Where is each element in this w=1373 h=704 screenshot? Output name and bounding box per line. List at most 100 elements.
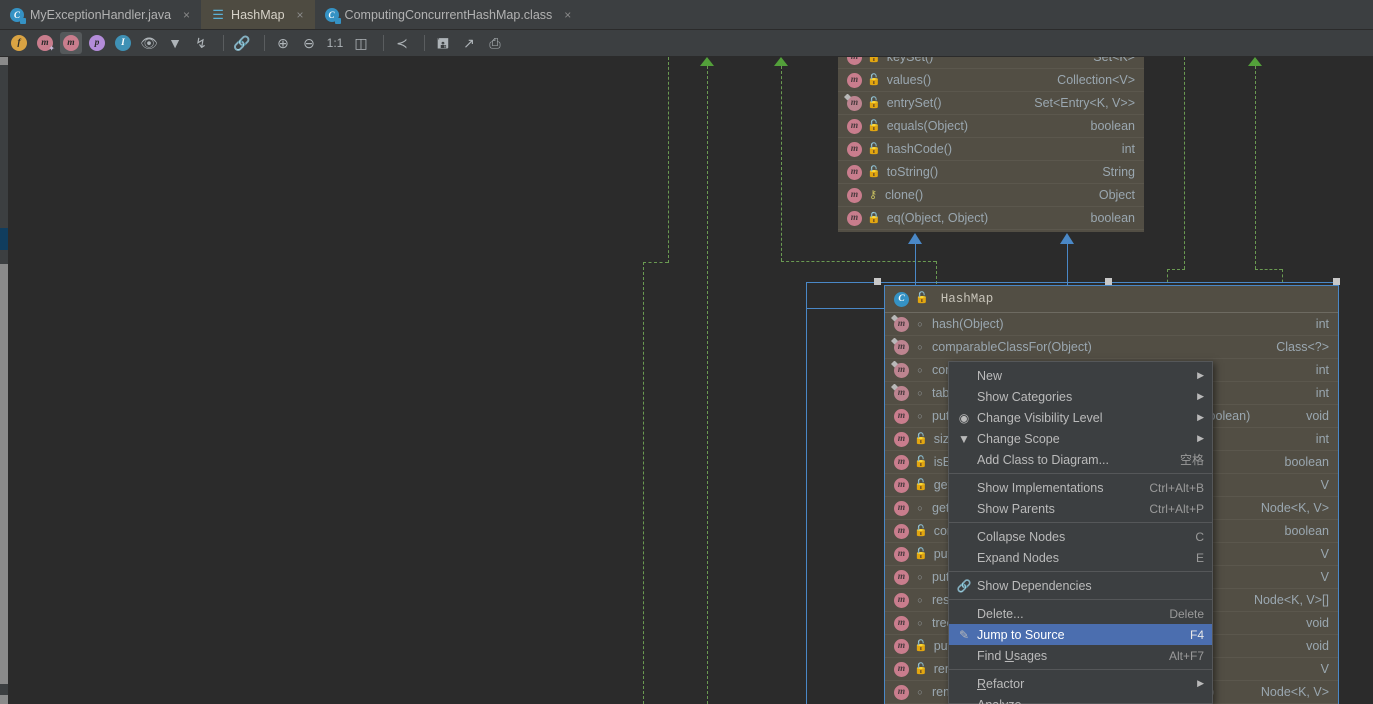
menu-item-new[interactable]: New ▶: [949, 365, 1212, 386]
toolbar-separator: [424, 35, 425, 51]
show-methods-button[interactable]: m: [60, 32, 82, 54]
tab-close-icon[interactable]: ×: [562, 8, 573, 22]
menu-item-change-visibility-level[interactable]: ◉ Change Visibility Level ▶: [949, 407, 1212, 428]
menu-item-shortcut: F4: [1189, 627, 1204, 642]
zoom-in-button[interactable]: ⊕: [272, 32, 294, 54]
member-type: Node<K, V>: [1260, 685, 1329, 699]
toolbar-separator: [223, 35, 224, 51]
menu-item-label: Show Parents: [977, 501, 1055, 516]
relation-line-dashed: [1255, 269, 1282, 270]
filter-icon: ▼: [958, 431, 970, 446]
menu-item-show-parents[interactable]: Show Parents Ctrl+Alt+P: [949, 498, 1212, 519]
filter-icon: ▼: [168, 35, 182, 51]
menu-item-show-dependencies[interactable]: 🔗 Show Dependencies: [949, 575, 1212, 596]
fit-content-button[interactable]: ◫: [350, 32, 372, 54]
class-member-row[interactable]: m 🔓 equals(Object) boolean: [838, 115, 1144, 138]
menu-item-label: Refactor: [977, 676, 1025, 691]
tab-close-icon[interactable]: ×: [295, 8, 306, 22]
compiled-class-icon: C: [324, 7, 341, 24]
zoom-out-icon: ⊖: [303, 35, 315, 51]
menu-item-label: Delete...: [977, 606, 1024, 621]
class-member-row[interactable]: m 🔓 values() Collection<V>: [838, 69, 1144, 92]
selection-handle[interactable]: [1105, 278, 1112, 285]
menu-item-delete[interactable]: Delete... Delete: [949, 603, 1212, 624]
zoom-out-button[interactable]: ⊖: [298, 32, 320, 54]
selection-handle[interactable]: [1333, 278, 1340, 285]
editor-tab-hashmap-diagram[interactable]: ☰ HashMap ×: [201, 0, 315, 29]
show-fields-button[interactable]: f: [8, 32, 30, 54]
link-icon: 🔗: [233, 35, 251, 51]
menu-item-label: Show Categories: [977, 389, 1073, 404]
selection-handle[interactable]: [874, 278, 881, 285]
class-member-row[interactable]: m ○ hash(Object) int: [885, 313, 1338, 336]
menu-item-show-implementations[interactable]: Show Implementations Ctrl+Alt+B: [949, 477, 1212, 498]
diagram-canvas[interactable]: m🔓keySet()Set<K>m🔓values()Collection<V>m…: [0, 57, 1373, 704]
tab-label: ComputingConcurrentHashMap.class: [344, 7, 553, 22]
tab-close-icon[interactable]: ×: [181, 8, 192, 22]
save-button[interactable]: 🖪: [432, 32, 454, 54]
visibility-public-icon: 🔓: [867, 96, 881, 109]
editor-tab-myexceptionhandler[interactable]: C MyExceptionHandler.java ×: [0, 0, 201, 29]
class-member-row[interactable]: m 🔓 toString() String: [838, 161, 1144, 184]
menu-item-jump-to-source[interactable]: ✎ Jump to Source F4: [949, 624, 1212, 645]
eye-icon: ◉: [958, 410, 970, 425]
relation-line-dashed: [643, 262, 644, 704]
visibility-public-icon: 🔓: [914, 432, 928, 445]
canvas-left-scrollbar[interactable]: [0, 57, 8, 704]
class-member-row[interactable]: m ⚷ clone() Object: [838, 184, 1144, 207]
member-name: comparableClassFor(Object): [932, 340, 1092, 354]
menu-item-expand-nodes[interactable]: Expand Nodes E: [949, 547, 1212, 568]
method-icon: m: [894, 684, 909, 700]
menu-item-label: New: [977, 368, 1003, 383]
visibility-public-icon: 🔓: [914, 524, 928, 537]
menu-item-add-class-to-diagram[interactable]: Add Class to Diagram... 空格: [949, 449, 1212, 470]
member-name: toString(): [886, 165, 939, 179]
relation-line-dashed: [781, 66, 782, 261]
change-visibility-level-button[interactable]: 👁: [138, 32, 160, 54]
show-properties-button[interactable]: p: [86, 32, 108, 54]
menu-item-change-scope[interactable]: ▼ Change Scope ▶: [949, 428, 1212, 449]
relation-line-dashed: [668, 57, 669, 263]
export-icon: ↗: [463, 35, 475, 51]
member-type: void: [1306, 616, 1329, 630]
menu-item-refactor[interactable]: Refactor ▶: [949, 673, 1212, 694]
show-constructors-button[interactable]: m ✦: [34, 32, 56, 54]
method-icon: m: [894, 546, 909, 562]
menu-item-find-usages[interactable]: Find Usages Alt+F7: [949, 645, 1212, 666]
show-edges-button[interactable]: 🔗: [231, 32, 253, 54]
member-type: boolean: [1090, 119, 1136, 133]
actual-size-button[interactable]: 1:1: [324, 32, 346, 54]
class-member-row[interactable]: m ○ comparableClassFor(Object) Class<?>: [885, 336, 1338, 359]
class-node-map[interactable]: m🔓keySet()Set<K>m🔓values()Collection<V>m…: [838, 57, 1144, 232]
menu-item-collapse-nodes[interactable]: Collapse Nodes C: [949, 526, 1212, 547]
print-button[interactable]: ⎙: [484, 32, 506, 54]
star-overlay-icon: ✦: [48, 44, 55, 53]
diagram-context-menu[interactable]: New ▶ Show Categories ▶ ◉ Change Visibility L…: [948, 361, 1213, 704]
member-type: V: [1320, 662, 1329, 676]
visibility-package-icon: ○: [917, 617, 923, 628]
menu-item-label: Jump to Source: [977, 627, 1065, 642]
class-member-row[interactable]: m 🔓 keySet() Set<K>: [838, 57, 1144, 69]
relation-line-dashed: [1167, 269, 1185, 270]
class-member-row[interactable]: m 🔓 entrySet() Set<Entry<K, V>>: [838, 92, 1144, 115]
method-icon: m: [847, 72, 862, 88]
menu-separator: [949, 571, 1212, 572]
change-scope-button[interactable]: ▼: [164, 32, 186, 54]
layout-button[interactable]: ≺: [391, 32, 413, 54]
show-inner-classes-button[interactable]: I: [112, 32, 134, 54]
dependencies-button[interactable]: ↯: [190, 32, 212, 54]
editor-tab-computingconcurrenthashmap[interactable]: C ComputingConcurrentHashMap.class ×: [315, 0, 583, 29]
class-member-row[interactable]: m 🔒 eq(Object, Object) boolean: [838, 207, 1144, 230]
link-icon: 🔗: [956, 578, 972, 593]
menu-item-show-categories[interactable]: Show Categories ▶: [949, 386, 1212, 407]
menu-item-label: Show Dependencies: [977, 578, 1092, 593]
diagram-toolbar: f m ✦ m p I 👁 ▼ ↯ 🔗 ⊕ ⊖ 1:1 ◫ ≺ 🖪 ↗ ⎙: [0, 30, 1373, 57]
method-icon: m: [891, 314, 909, 332]
member-type: void: [1306, 639, 1329, 653]
visibility-protected-icon: ⚷: [868, 188, 878, 201]
export-button[interactable]: ↗: [458, 32, 480, 54]
class-member-row[interactable]: m 🔓 hashCode() int: [838, 138, 1144, 161]
static-overlay-icon: [891, 360, 898, 368]
one-to-one-icon: 1:1: [326, 36, 344, 50]
menu-item-analyze[interactable]: Analyze: [949, 694, 1212, 704]
